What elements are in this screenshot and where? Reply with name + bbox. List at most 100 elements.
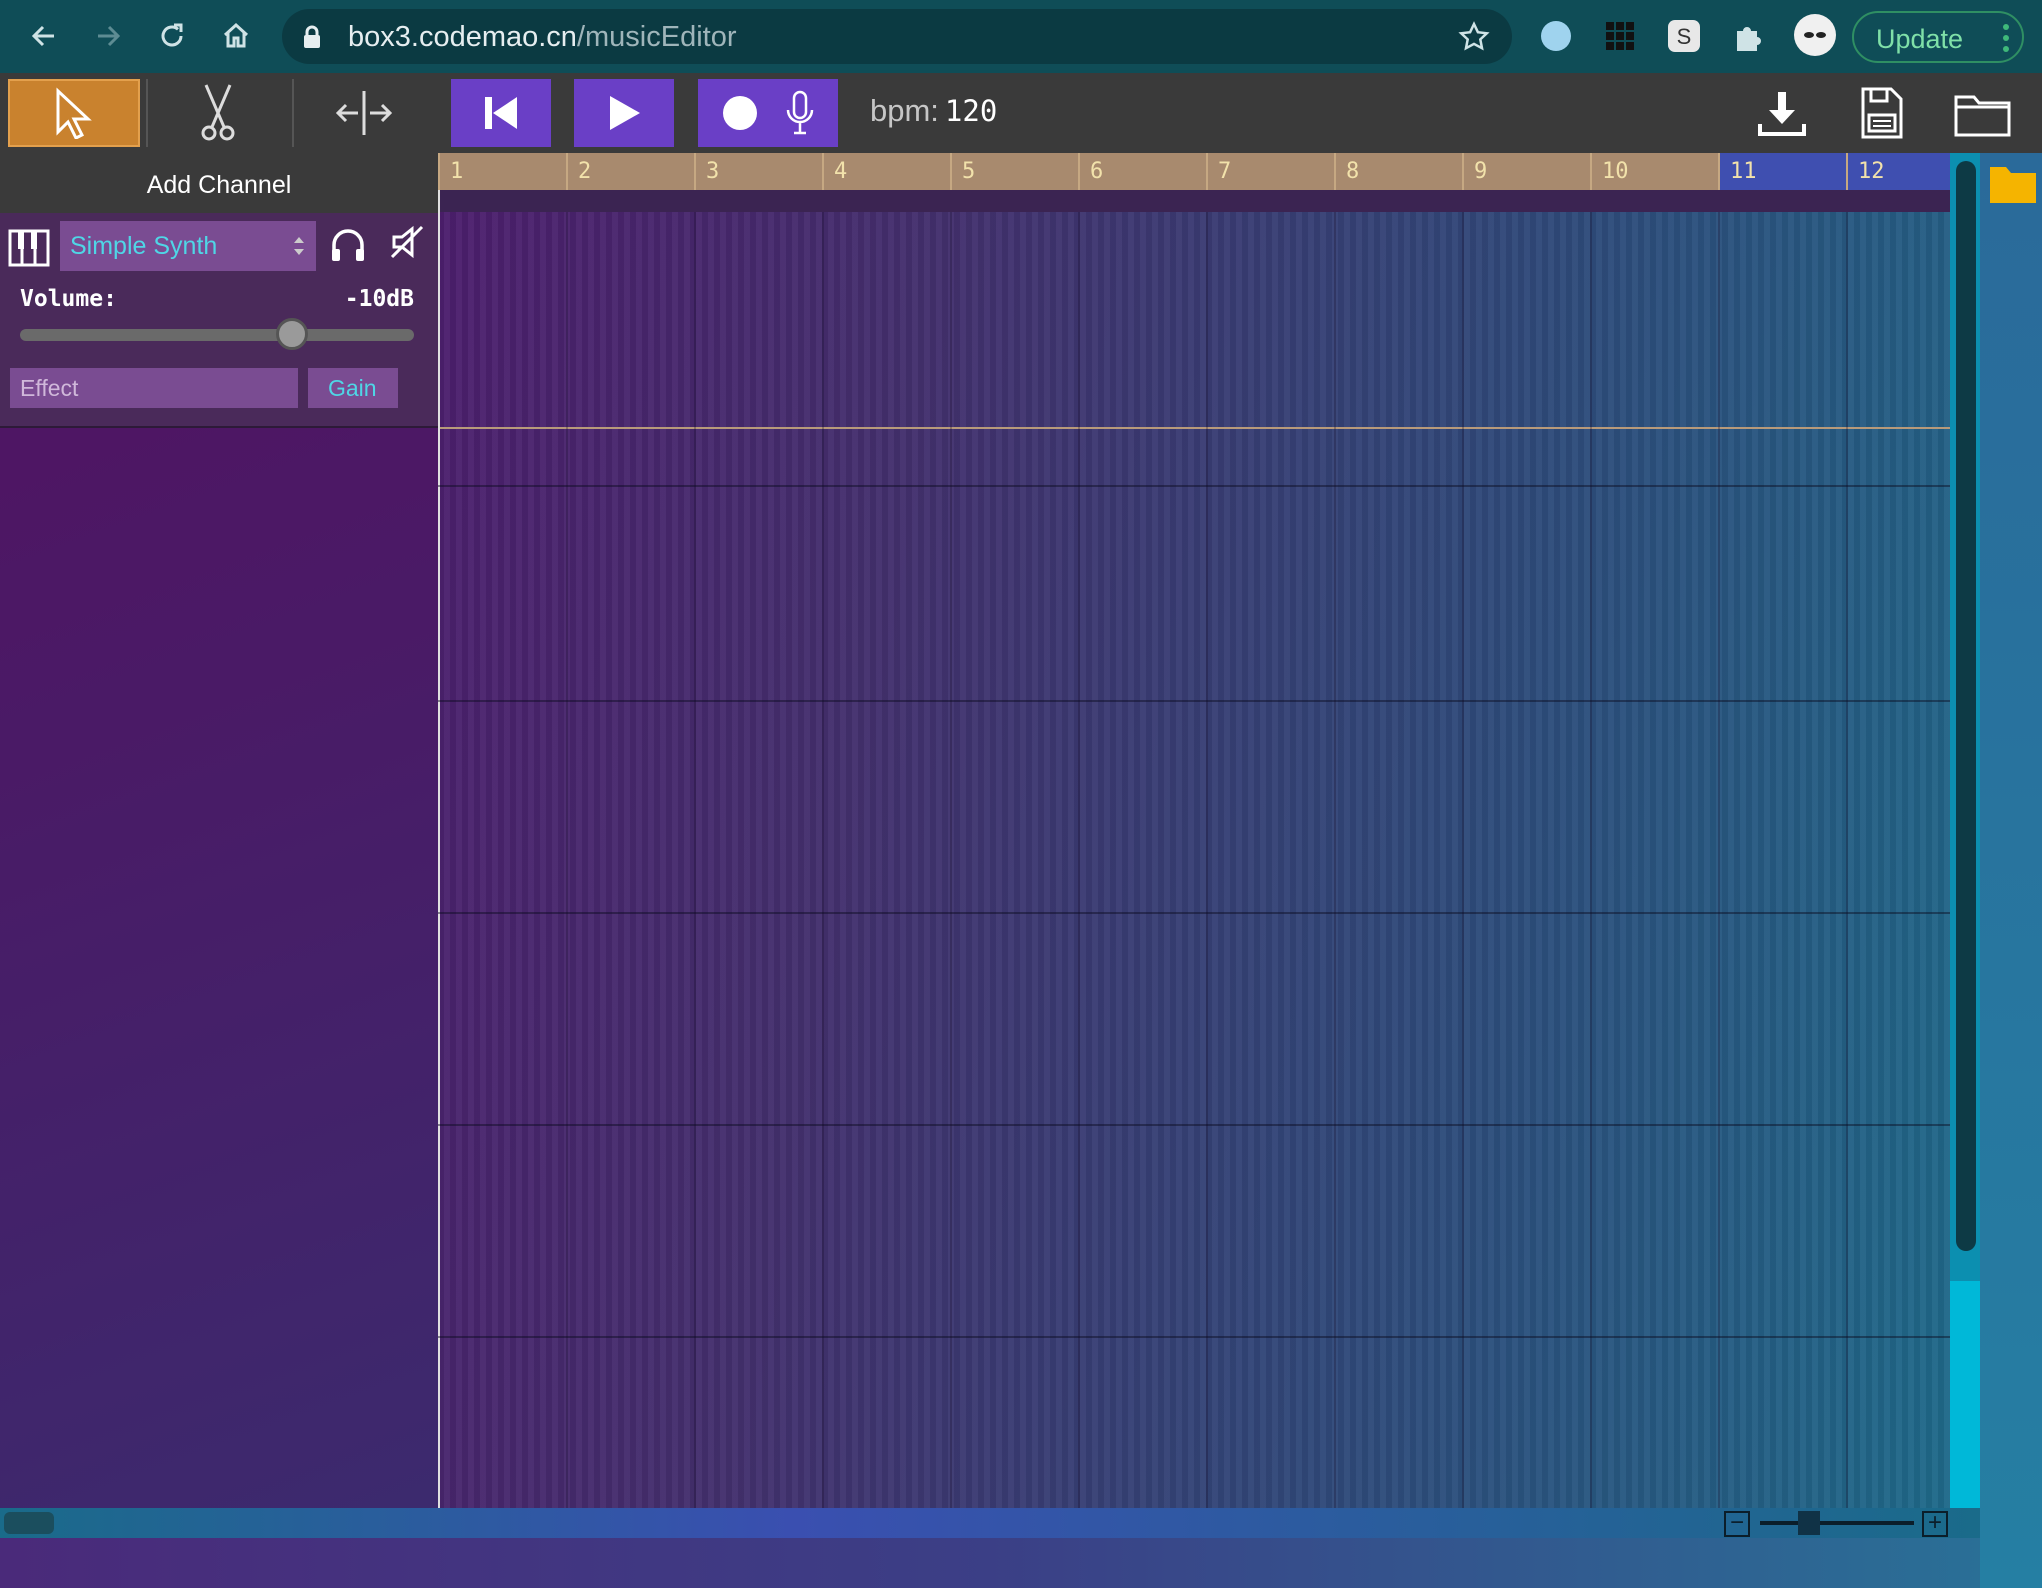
mute-speaker-icon[interactable]	[388, 223, 426, 261]
gain-button[interactable]: Gain	[308, 368, 398, 408]
bar-number: 6	[1090, 159, 1104, 184]
svg-text:S: S	[1677, 24, 1692, 49]
row-grid-line	[438, 1124, 1950, 1126]
effect-field[interactable]: Effect	[10, 368, 298, 408]
forward-icon[interactable]	[84, 12, 132, 60]
bpm-value[interactable]: 120	[945, 94, 997, 128]
bar-grid-line	[822, 212, 824, 1508]
add-channel-button[interactable]: Add Channel	[0, 153, 438, 213]
download-icon	[1758, 92, 1806, 136]
zoom-out-button[interactable]: −	[1724, 1511, 1750, 1537]
ruler-tick	[438, 153, 440, 190]
gain-label: Gain	[328, 375, 377, 401]
open-folder-button[interactable]	[1938, 79, 2028, 147]
bar-number: 8	[1346, 159, 1360, 184]
bar-grid-line	[1718, 212, 1720, 1508]
home-icon[interactable]	[212, 12, 260, 60]
headphones-icon[interactable]	[328, 225, 368, 265]
play-button[interactable]	[574, 79, 674, 147]
select-updown-icon	[294, 237, 304, 255]
instrument-value: Simple Synth	[70, 232, 218, 260]
extensions-puzzle-icon[interactable]	[1728, 16, 1768, 56]
bar-grid-line	[950, 212, 952, 1508]
save-button[interactable]	[1842, 79, 1922, 147]
bar-grid-line	[694, 212, 696, 1508]
extension-s-icon[interactable]: S	[1664, 16, 1704, 56]
extension-grid-icon[interactable]	[1600, 16, 1640, 56]
volume-slider[interactable]	[20, 318, 414, 350]
beat-grid-stripes	[438, 153, 1950, 1508]
select-tool-button[interactable]	[8, 79, 140, 147]
bar-grid-line	[1334, 212, 1336, 1508]
ruler-tick	[694, 153, 696, 190]
browser-update-button[interactable]: Update	[1852, 11, 2024, 63]
zoom-slider-thumb[interactable]	[1798, 1511, 1821, 1535]
extension-globe-icon[interactable]	[1536, 16, 1576, 56]
vertical-scrollbar-thumb[interactable]	[1956, 161, 1976, 1251]
profile-avatar[interactable]	[1792, 12, 1838, 58]
bar-number: 7	[1218, 159, 1232, 184]
instrument-select[interactable]: Simple Synth	[60, 221, 316, 271]
volume-slider-thumb[interactable]	[275, 318, 308, 350]
horizontal-scrollbar[interactable]: − +	[0, 1508, 1980, 1538]
volume-value: -10dB	[344, 286, 414, 312]
ruler-tick	[566, 153, 568, 190]
bar-number: 9	[1474, 159, 1488, 184]
bar-number: 5	[962, 159, 976, 184]
zoom-slider[interactable]	[1760, 1511, 1914, 1535]
track-divider	[438, 427, 1950, 429]
browser-toolbar: box3.codemao.cn/musicEditor S Update	[0, 0, 2042, 73]
ruler-tick	[1078, 153, 1080, 190]
bar-number: 11	[1730, 159, 1757, 184]
bar-number: 10	[1602, 159, 1629, 184]
address-bar[interactable]: box3.codemao.cn/musicEditor	[282, 9, 1512, 64]
url-text: box3.codemao.cn/musicEditor	[348, 21, 737, 53]
bar-ruler[interactable]: 1 2 3 4 5 6 7 8 9 10 11 12	[438, 153, 1950, 190]
bar-grid-line	[1590, 212, 1592, 1508]
bar-grid-line	[1206, 212, 1208, 1508]
play-icon	[610, 96, 640, 130]
more-vert-icon	[2003, 24, 2009, 52]
effect-placeholder: Effect	[20, 375, 79, 401]
bar-number: 12	[1858, 159, 1885, 184]
lock-icon	[304, 25, 320, 48]
split-tool-button[interactable]	[298, 79, 430, 147]
back-icon[interactable]	[20, 12, 68, 60]
horizontal-scrollbar-thumb[interactable]	[4, 1512, 54, 1534]
reload-icon[interactable]	[148, 12, 196, 60]
piano-keys-icon[interactable]	[8, 227, 50, 269]
bar-number: 3	[706, 159, 720, 184]
row-grid-line	[438, 912, 1950, 914]
channel-sidebar: Add Channel Simple Synth Volume: -10dB E	[0, 153, 438, 1508]
update-label: Update	[1876, 24, 1964, 54]
bar-grid-line	[1078, 212, 1080, 1508]
bar-grid-line	[566, 212, 568, 1508]
bar-number: 1	[450, 159, 464, 184]
ruler-tick	[1718, 153, 1720, 190]
editor-toolbar: bpm: 120	[0, 73, 2042, 153]
bar-number: 2	[578, 159, 592, 184]
vertical-scrollbar[interactable]	[1950, 153, 1980, 1508]
export-button[interactable]	[1742, 79, 1822, 147]
rewind-button[interactable]	[451, 79, 551, 147]
ruler-tick	[1206, 153, 1208, 190]
ruler-tick	[1334, 153, 1336, 190]
zoom-in-button[interactable]: +	[1922, 1511, 1948, 1537]
record-button[interactable]	[698, 79, 838, 147]
track-header-strip	[438, 190, 1950, 212]
cursor-arrow-icon	[56, 87, 92, 139]
bookmark-star-icon[interactable]	[1458, 21, 1490, 53]
volume-label: Volume:	[20, 286, 117, 312]
cut-tool-button[interactable]	[152, 79, 284, 147]
bpm-display[interactable]: bpm: 120	[870, 93, 997, 129]
save-disk-icon	[1861, 87, 1903, 139]
right-panel	[1980, 153, 2042, 1588]
timeline-grid[interactable]: 1 2 3 4 5 6 7 8 9 10 11 12	[438, 153, 1950, 1508]
folder-icon[interactable]	[1988, 161, 2038, 205]
split-arrows-icon	[336, 91, 392, 135]
footer-strip	[0, 1538, 1980, 1588]
ruler-tick	[1590, 153, 1592, 190]
playhead[interactable]	[438, 190, 440, 1508]
skip-back-icon	[485, 97, 517, 129]
row-grid-line	[438, 700, 1950, 702]
